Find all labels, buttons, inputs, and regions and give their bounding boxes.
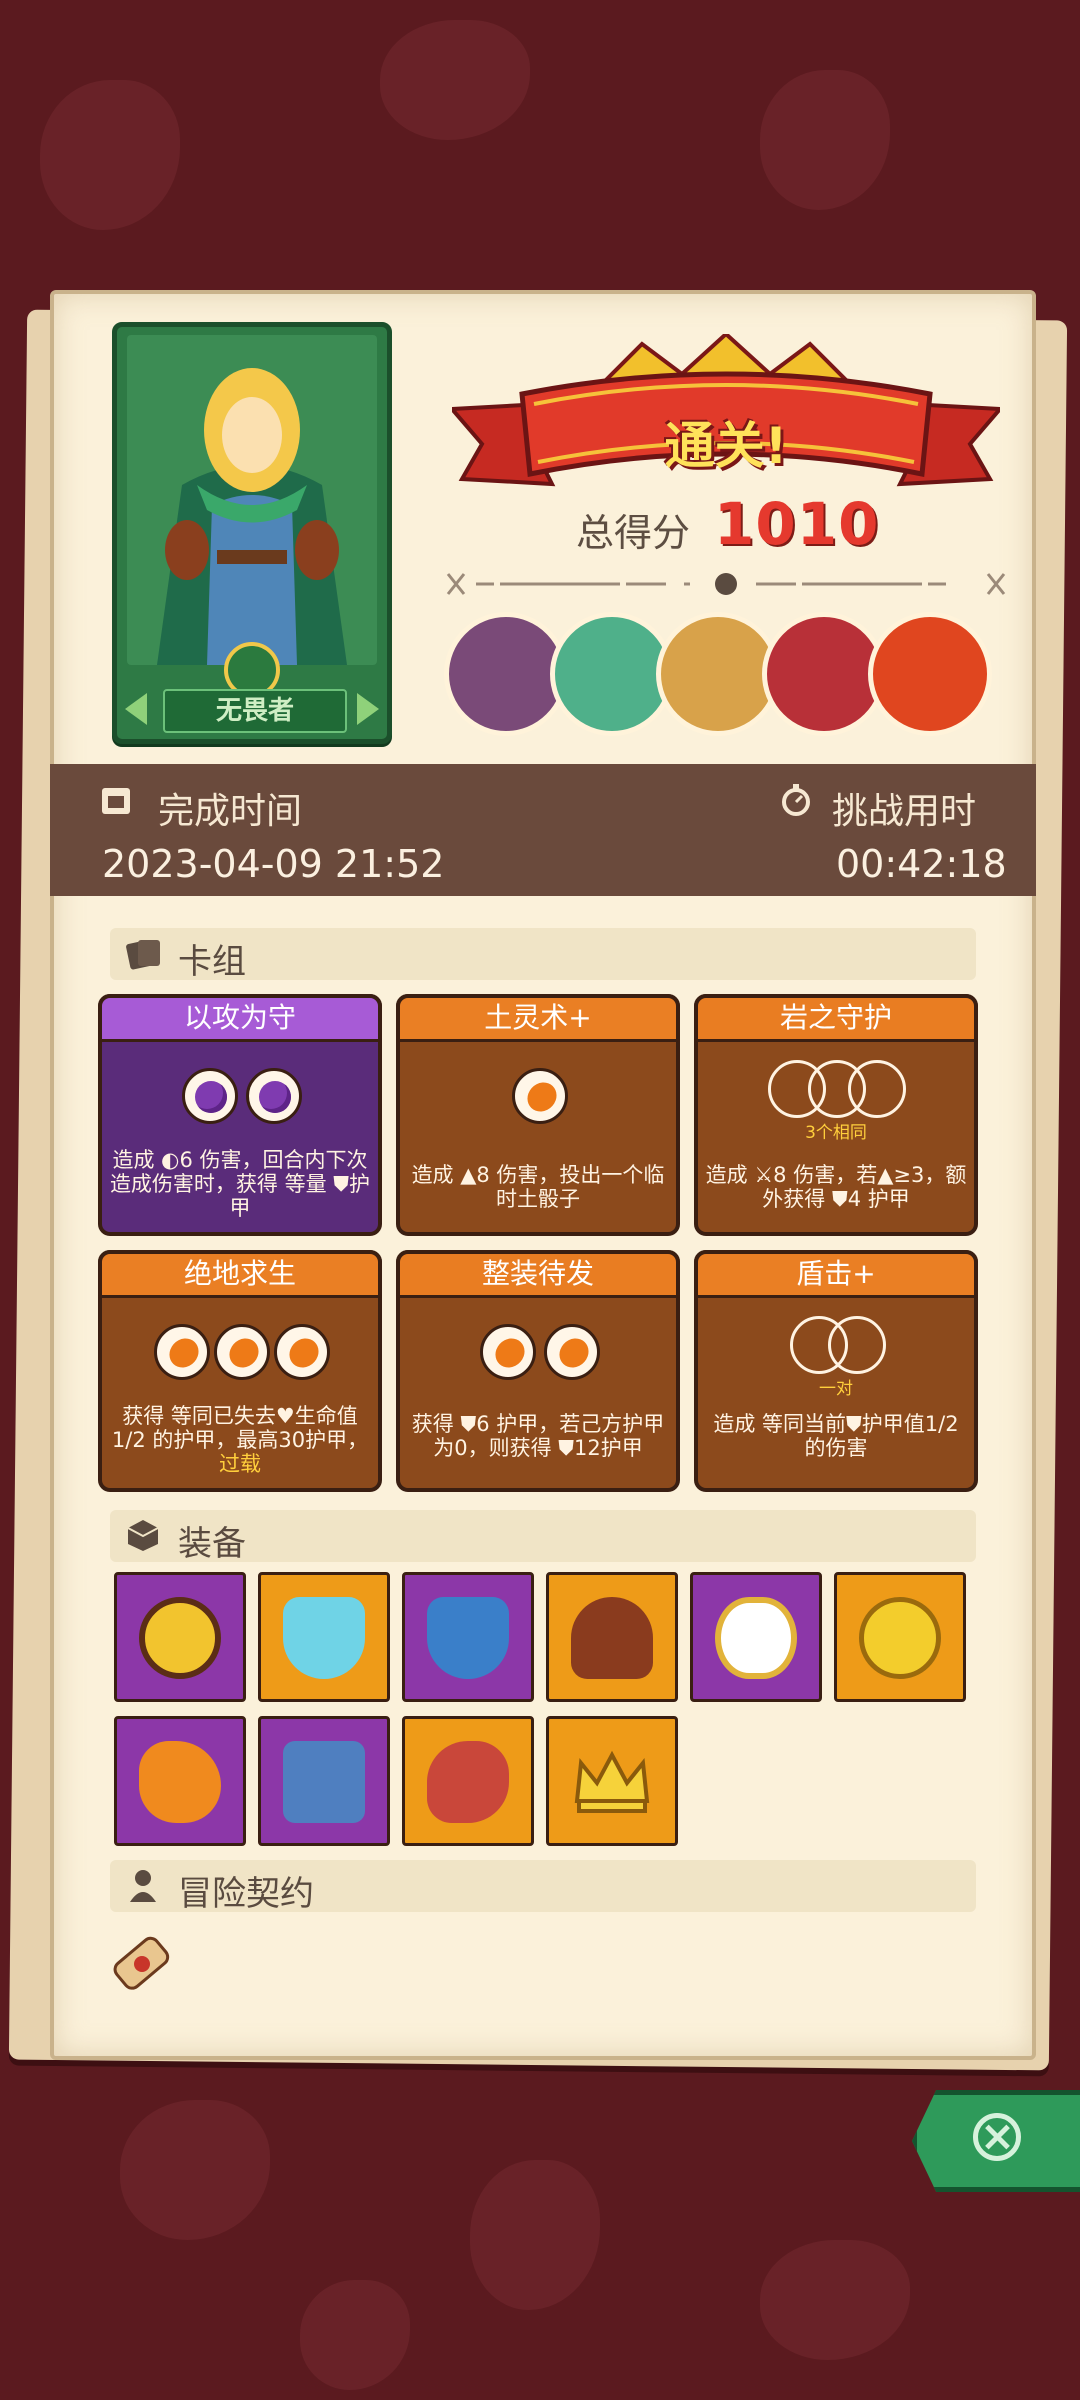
hex-amulet-icon <box>139 1597 221 1679</box>
card-title: 整装待发 <box>396 1250 680 1298</box>
bg-shape <box>470 2160 600 2310</box>
card-title: 绝地求生 <box>98 1250 382 1298</box>
card-zhengzhuang-daifa[interactable]: 整装待发 获得 ⛊6 护甲，若己方护甲为0，则获得 ⛊12护甲 <box>396 1250 680 1492</box>
overload-keyword: 过载 <box>219 1452 261 1476</box>
card-dunji[interactable]: 盾击+ 一对 造成 等同当前⛊护甲值1/2的伤害 <box>694 1250 978 1492</box>
hero-image <box>127 335 377 665</box>
hood-icon <box>571 1597 653 1679</box>
equip-gold-crown[interactable] <box>546 1716 678 1846</box>
dice-slot-icon <box>512 1068 568 1124</box>
card-title: 土灵术+ <box>396 994 680 1042</box>
equip-hex-amulet[interactable] <box>114 1572 246 1702</box>
cards-icon <box>126 940 160 970</box>
hero-name: 无畏者 <box>163 689 347 733</box>
card-juedi-qiusheng[interactable]: 绝地求生 获得 等同已失去♥生命值1/2 的护甲，最高30护甲，过载 <box>98 1250 382 1492</box>
deck-title: 卡组 <box>178 942 246 982</box>
result-panel: 无畏者 通关! 总得分 1010 完成时间 2023-04-09 21:52 挑… <box>50 290 1036 2060</box>
scroll-icon[interactable] <box>102 1924 182 2004</box>
equipment-section-header: 装备 <box>110 1510 976 1564</box>
dice-slot-icon <box>848 1060 906 1118</box>
next-hero-arrow-icon[interactable] <box>357 693 379 725</box>
mirror-icon <box>715 1597 797 1679</box>
equip-fire-potion[interactable] <box>114 1716 246 1846</box>
close-icon <box>973 2113 1021 2161</box>
finish-time-value: 2023-04-09 21:52 <box>102 842 445 886</box>
victory-title: 通关! <box>664 417 788 475</box>
card-description: 造成 ⚔8 伤害，若▲≥3，额外获得 ⛊4 护甲 <box>705 1163 967 1211</box>
prev-hero-arrow-icon[interactable] <box>125 693 147 725</box>
victory-banner: 通关! <box>447 331 1005 504</box>
adventurer-icon <box>130 1870 156 1902</box>
card-description: 造成 ▲8 伤害，投出一个临时土骰子 <box>411 1163 665 1211</box>
hero-portrait[interactable]: 无畏者 <box>112 322 392 744</box>
dice-slot-icon <box>182 1068 238 1124</box>
ice-shield-icon <box>283 1597 365 1679</box>
boss-divider <box>446 573 1006 595</box>
bg-shape <box>380 20 530 140</box>
stopwatch-icon <box>782 784 810 816</box>
card-condition: 一对 <box>819 1379 853 1399</box>
bg-shape <box>300 2280 410 2390</box>
dice-slot-icon <box>154 1324 210 1380</box>
card-title: 盾击+ <box>694 1250 978 1298</box>
card-condition: 3个相同 <box>805 1123 867 1143</box>
coin-icon <box>859 1597 941 1679</box>
deck-section-header: 卡组 <box>110 928 976 982</box>
dice-slot-icon <box>480 1324 536 1380</box>
dice-slot-icon <box>274 1324 330 1380</box>
box-icon <box>127 1520 159 1551</box>
card-description: 造成 ◐6 伤害，回合内下次造成伤害时，获得 等量 ⛊护甲 <box>109 1148 371 1220</box>
card-yanzhishouhu[interactable]: 岩之守护 3个相同 造成 ⚔8 伤害，若▲≥3，额外获得 ⛊4 护甲 <box>694 994 978 1236</box>
equip-roast-meat[interactable] <box>402 1716 534 1846</box>
dice-slot-icon <box>246 1068 302 1124</box>
crown-icon <box>574 1750 650 1813</box>
card-title: 以攻为守 <box>98 994 382 1042</box>
equipment-title: 装备 <box>178 1524 246 1564</box>
blue-shield-icon <box>427 1597 509 1679</box>
card-tulingshu[interactable]: 土灵术+ 造成 ▲8 伤害，投出一个临时土骰子 <box>396 994 680 1236</box>
card-title: 岩之守护 <box>694 994 978 1042</box>
dice-slot-icon <box>214 1324 270 1380</box>
card-description: 获得 ⛊6 护甲，若己方护甲为0，则获得 ⛊12护甲 <box>411 1412 665 1460</box>
duration-label: 挑战用时 <box>832 791 977 832</box>
score-label: 总得分 <box>576 511 691 555</box>
equip-gold-coin[interactable] <box>834 1572 966 1702</box>
equip-blue-tunic[interactable] <box>258 1716 390 1846</box>
bg-shape <box>760 70 890 210</box>
score-value: 1010 <box>714 490 880 558</box>
time-bar: 完成时间 2023-04-09 21:52 挑战用时 00:42:18 <box>50 764 1036 896</box>
tunic-icon <box>283 1741 365 1823</box>
contract-title: 冒险契约 <box>178 1874 314 1914</box>
boss-portrait-flame[interactable] <box>868 612 992 736</box>
bg-shape <box>40 80 180 230</box>
finish-time-label: 完成时间 <box>158 791 303 832</box>
dice-slot-icon <box>544 1324 600 1380</box>
equip-blue-shield[interactable] <box>402 1572 534 1702</box>
calendar-icon <box>102 788 130 814</box>
equip-ice-shield[interactable] <box>258 1572 390 1702</box>
contract-section-header: 冒险契约 <box>110 1860 976 1914</box>
equip-magic-mirror[interactable] <box>690 1572 822 1702</box>
card-description: 造成 等同当前⛊护甲值1/2的伤害 <box>713 1412 959 1460</box>
card-description: 获得 等同已失去♥生命值1/2 的护甲，最高30护甲，过载 <box>111 1404 369 1476</box>
duration-value: 00:42:18 <box>836 842 1007 886</box>
bg-shape <box>120 2100 270 2240</box>
card-yigongweishou[interactable]: 以攻为守 造成 ◐6 伤害，回合内下次造成伤害时，获得 等量 ⛊护甲 <box>98 994 382 1236</box>
bg-shape <box>760 2240 910 2360</box>
dice-slot-icon <box>828 1316 886 1374</box>
fire-potion-icon <box>139 1741 221 1823</box>
meat-icon <box>427 1741 509 1823</box>
close-button[interactable] <box>912 2090 1080 2192</box>
equip-leather-hood[interactable] <box>546 1572 678 1702</box>
